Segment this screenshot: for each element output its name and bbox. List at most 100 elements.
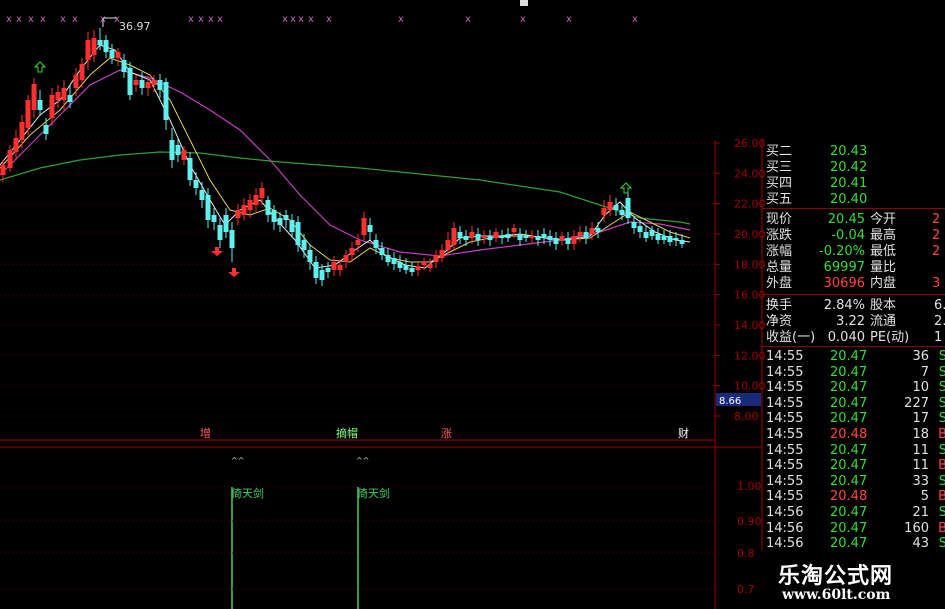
candle-body: [163, 82, 169, 120]
candle-body: [157, 80, 163, 90]
tick-volume: 21: [912, 505, 929, 520]
top-marker: x: [188, 14, 194, 25]
stat-label: 最低: [870, 244, 897, 259]
candle-body: [103, 40, 109, 52]
indicator-tick-label: 0.7: [737, 583, 755, 596]
ma-long-line: [0, 151, 691, 225]
event-marker-zhang[interactable]: 涨: [441, 427, 452, 440]
candle-body: [553, 238, 559, 244]
stat-label: 内盘: [870, 276, 897, 291]
candle-body: [409, 268, 415, 272]
candle-body: [481, 236, 487, 238]
tick-volume: 33: [912, 473, 929, 489]
tick-side: B: [938, 489, 945, 505]
tick-row: 14:55 20.47 10 S: [762, 380, 945, 396]
candle-body: [487, 236, 493, 240]
candle-body: [421, 262, 427, 265]
window-edge: [520, 0, 528, 6]
candle-body: [79, 64, 85, 80]
tick-time: 14:55: [766, 473, 804, 489]
candle-body: [43, 125, 49, 134]
event-marker-cai[interactable]: 财: [678, 426, 689, 440]
price-tick-label: 22.00: [734, 198, 766, 211]
candle-body: [283, 215, 289, 220]
candle-body: [613, 205, 619, 210]
stat-value: 2: [932, 212, 941, 227]
candle-body: [589, 228, 595, 234]
tick-volume: 11: [912, 442, 929, 458]
candle-body: [0, 165, 6, 175]
candle-body: [415, 266, 421, 270]
down-arrow-icon: [228, 268, 240, 277]
stat-value: 30696: [823, 276, 865, 291]
tick-time: 14:56: [766, 520, 804, 536]
candle-body: [85, 40, 91, 60]
top-marker: x: [28, 14, 34, 25]
tick-price: 20.47: [830, 364, 868, 380]
finance-value: 3.22: [836, 314, 865, 329]
tick-time: 14:55: [766, 458, 804, 474]
bid-row: 买三 20.42: [762, 160, 945, 176]
candle-body: [115, 52, 121, 58]
bid-label: 买二: [766, 144, 793, 159]
candle-body: [379, 248, 385, 255]
bid-row: 买二 20.43: [762, 144, 945, 160]
finance-value: 0.040: [827, 330, 865, 345]
candle-body: [199, 190, 205, 200]
candle-body: [295, 222, 301, 245]
candle-body: [529, 236, 535, 238]
candle-body: [535, 236, 541, 240]
candle-body: [169, 140, 175, 160]
event-marker-zhaimao[interactable]: 摘帽: [336, 426, 358, 440]
candle-body: [577, 232, 583, 236]
candle-body: [517, 234, 523, 240]
top-marker: x: [217, 14, 223, 25]
bid-price: 20.43: [830, 144, 868, 159]
event-marker-zeng[interactable]: 增: [200, 426, 211, 440]
candle-body: [133, 80, 139, 85]
finance-value: 1: [934, 330, 943, 345]
tick-side: B: [938, 520, 945, 536]
candle-body: [661, 236, 667, 240]
candle-body: [313, 262, 319, 278]
candle-body: [205, 195, 211, 220]
top-marker: x: [198, 14, 204, 25]
top-marker: x: [632, 14, 638, 25]
candle-body: [187, 158, 193, 180]
high-label: 36.97: [119, 20, 151, 33]
tick-side: S: [938, 364, 945, 380]
candle-body: [505, 234, 511, 238]
candle-body: [385, 255, 391, 262]
tick-row: 14:55 20.47 36 S: [762, 349, 945, 365]
tick-row: 14:56 20.47 43 S: [762, 536, 945, 550]
watermark-url: www.60lt.com: [782, 587, 891, 603]
price-tick-label: 20.00: [734, 228, 766, 241]
candle-body: [31, 84, 37, 110]
tick-volume: 10: [912, 380, 929, 396]
tick-price: 20.47: [830, 349, 868, 364]
indicator-tick-label: 0.8: [737, 547, 755, 560]
candle-body: [511, 228, 517, 232]
candle-body: [25, 100, 31, 128]
stat-value: 20.45: [827, 212, 865, 227]
finance-row: 换手 2.84% 股本 6.: [762, 298, 945, 314]
stat-value: 2: [932, 244, 941, 259]
tick-side: S: [938, 473, 945, 489]
candle-body: [331, 262, 337, 270]
indicator-tick-label: 0.90: [737, 515, 762, 528]
stat-label: 量比: [870, 260, 897, 275]
candle-body: [601, 208, 607, 215]
candle-body: [343, 255, 349, 262]
candle-body: [307, 250, 313, 262]
tick-side: B: [938, 458, 945, 474]
signal-mark: ^^: [356, 456, 369, 465]
tick-time: 14:55: [766, 380, 804, 396]
tick-time: 14:55: [766, 395, 804, 411]
tick-volume: 5: [920, 489, 929, 505]
price-tick-label: 10.00: [734, 380, 766, 393]
tick-side: S: [938, 536, 945, 550]
candle-body: [259, 188, 265, 198]
candle-body: [97, 40, 103, 45]
top-marker: x: [72, 14, 78, 25]
stat-label: 涨跌: [766, 228, 793, 243]
